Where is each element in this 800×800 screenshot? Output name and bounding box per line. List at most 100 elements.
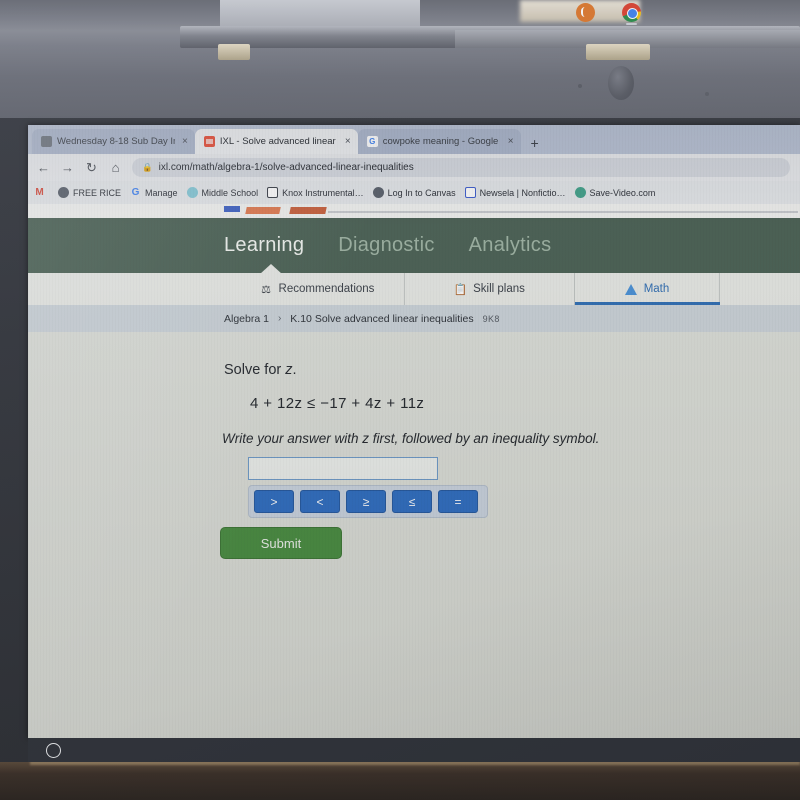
bookmark-item[interactable]: Knox Instrumental… — [267, 187, 364, 198]
home-icon[interactable]: ⌂ — [108, 160, 123, 175]
orange-app-icon[interactable] — [576, 3, 595, 22]
nav-item-learning[interactable]: Learning — [224, 234, 304, 257]
breadcrumb: Algebra 1 › K.10 Solve advanced linear i… — [28, 305, 800, 332]
bookmarks-bar: M FREE RICE G Manage Middle School Knox … — [28, 181, 800, 204]
symbol-greater-or-equal[interactable]: ≥ — [346, 490, 386, 513]
webcam-mic-dot-left — [578, 84, 582, 88]
ixl-logo-strip — [28, 204, 800, 218]
question-prompt: Solve for z. — [224, 362, 297, 378]
close-icon[interactable]: × — [345, 136, 351, 147]
grey-circle-icon — [58, 187, 69, 198]
ixl-logo-mark-orange-2 — [289, 207, 327, 214]
header-divider — [328, 211, 798, 213]
ixl-page: Learning Diagnostic Analytics ⚖ Recommen… — [28, 204, 800, 738]
tab-recommendations[interactable]: ⚖ Recommendations — [230, 273, 405, 305]
question-equation: 4 + 12z ≤ −17 + 4z + 11z — [250, 395, 425, 412]
clipboard-icon: 📋 — [453, 283, 468, 296]
launcher-icon[interactable] — [46, 743, 61, 758]
nav-item-diagnostic[interactable]: Diagnostic — [338, 234, 434, 257]
submit-button[interactable]: Submit — [220, 527, 342, 559]
browser-tab[interactable]: G cowpoke meaning - Google Sear × — [357, 129, 521, 154]
tab-skill-plans[interactable]: 📋 Skill plans — [405, 273, 575, 305]
close-icon[interactable]: × — [182, 136, 188, 147]
grey-circle-icon — [41, 136, 52, 147]
desk-surface — [0, 762, 800, 800]
answer-input[interactable] — [248, 457, 438, 480]
bookmark-item[interactable]: FREE RICE — [58, 187, 121, 198]
question-area: Solve for z. 4 + 12z ≤ −17 + 4z + 11z Wr… — [28, 332, 800, 738]
prompt-text: Solve for — [224, 362, 286, 378]
symbol-toolbar: > < ≥ ≤ = — [248, 485, 488, 518]
tab-title: IXL - Solve advanced linear inequ — [219, 136, 338, 147]
columns-icon — [464, 187, 476, 198]
symbol-less-or-equal[interactable]: ≤ — [392, 490, 432, 513]
tab-math[interactable]: Math — [575, 273, 720, 305]
symbol-less-than[interactable]: < — [300, 490, 340, 513]
symbol-equals[interactable]: = — [438, 490, 478, 513]
tab-label: Recommendations — [278, 283, 375, 295]
bookmark-label: Middle School — [201, 187, 259, 198]
chromebook-photo: Wednesday 8-18 Sub Day Instru × IXL - So… — [0, 0, 800, 800]
close-icon[interactable]: × — [508, 136, 514, 147]
skill-code: 9K8 — [482, 313, 500, 324]
ixl-logo-mark-orange-1 — [245, 207, 281, 214]
bookmark-label: Newsela | Nonfictio… — [479, 187, 566, 198]
bookmark-item[interactable]: Save-Video.com — [574, 187, 656, 198]
tab-label: Skill plans — [473, 283, 525, 295]
answer-area: > < ≥ ≤ = — [248, 457, 488, 518]
bookmark-label: Save-Video.com — [589, 187, 656, 198]
bookmark-label: Log In to Canvas — [387, 187, 456, 198]
chrome-icon[interactable] — [622, 3, 641, 22]
new-tab-button[interactable]: + — [521, 135, 547, 154]
browser-toolbar: ← → ↻ ⌂ 🔒 ixl.com/math/algebra-1/solve-a… — [28, 154, 800, 181]
lock-icon: 🔒 — [142, 162, 153, 172]
browser-tab[interactable]: Wednesday 8-18 Sub Day Instru × — [32, 129, 195, 154]
chromebook-screen: Wednesday 8-18 Sub Day Instru × IXL - So… — [28, 125, 800, 738]
ixl-logo-mark-blue — [224, 206, 240, 212]
nav-item-analytics[interactable]: Analytics — [469, 234, 552, 257]
symbol-greater-than[interactable]: > — [254, 490, 294, 513]
webcam-icon — [608, 66, 634, 100]
ixl-secondary-nav: ⚖ Recommendations 📋 Skill plans Math — [28, 273, 800, 305]
tab-title: cowpoke meaning - Google Sear — [382, 136, 501, 147]
bookmark-item[interactable]: Middle School — [186, 187, 259, 198]
bookmark-item[interactable]: G Manage — [130, 187, 178, 198]
signpost-icon: ⚖ — [261, 283, 271, 296]
url-text: ixl.com/math/algebra-1/solve-advanced-li… — [158, 162, 414, 173]
forward-icon[interactable]: → — [60, 160, 75, 175]
bookmark-label: Knox Instrumental… — [282, 187, 364, 198]
bookmark-item[interactable]: M — [34, 187, 49, 198]
address-bar[interactable]: 🔒 ixl.com/math/algebra-1/solve-advanced-… — [132, 158, 790, 177]
breadcrumb-skill: K.10 Solve advanced linear inequalities — [290, 312, 474, 325]
bookmark-label: FREE RICE — [73, 187, 122, 198]
reload-icon[interactable]: ↻ — [84, 160, 99, 176]
bookmark-item[interactable]: Log In to Canvas — [372, 187, 456, 198]
hinge-nub-right — [586, 44, 650, 60]
gmail-icon: M — [35, 186, 44, 198]
google-icon: G — [366, 136, 378, 147]
ixl-icon — [203, 136, 215, 147]
window-icon — [267, 187, 279, 198]
question-instruction: Write your answer with z first, followed… — [222, 431, 600, 446]
tab-title: Wednesday 8-18 Sub Day Instru — [57, 136, 175, 147]
hinge-nub-left — [218, 44, 250, 60]
ixl-primary-nav: Learning Diagnostic Analytics — [28, 218, 800, 274]
teal-circle-icon — [574, 187, 586, 198]
browser-tab-active[interactable]: IXL - Solve advanced linear inequ × — [194, 129, 358, 154]
globe-icon — [186, 187, 198, 198]
prompt-period: . — [292, 362, 297, 378]
grey-circle-icon — [372, 187, 384, 198]
math-triangle-icon — [625, 283, 638, 296]
laptop-lid — [0, 0, 800, 128]
google-icon: G — [131, 186, 140, 198]
bookmark-item[interactable]: Newsela | Nonfictio… — [464, 187, 566, 198]
tab-label: Math — [643, 283, 670, 295]
back-icon[interactable]: ← — [36, 160, 51, 175]
bookmark-label: Manage — [145, 187, 178, 198]
breadcrumb-course[interactable]: Algebra 1 — [224, 313, 269, 325]
webcam-mic-dot-right — [705, 92, 709, 96]
chrome-running-indicator — [626, 23, 637, 25]
chromeos-shelf — [28, 738, 800, 762]
browser-tab-strip: Wednesday 8-18 Sub Day Instru × IXL - So… — [28, 125, 800, 154]
prompt-variable: z — [285, 362, 293, 378]
